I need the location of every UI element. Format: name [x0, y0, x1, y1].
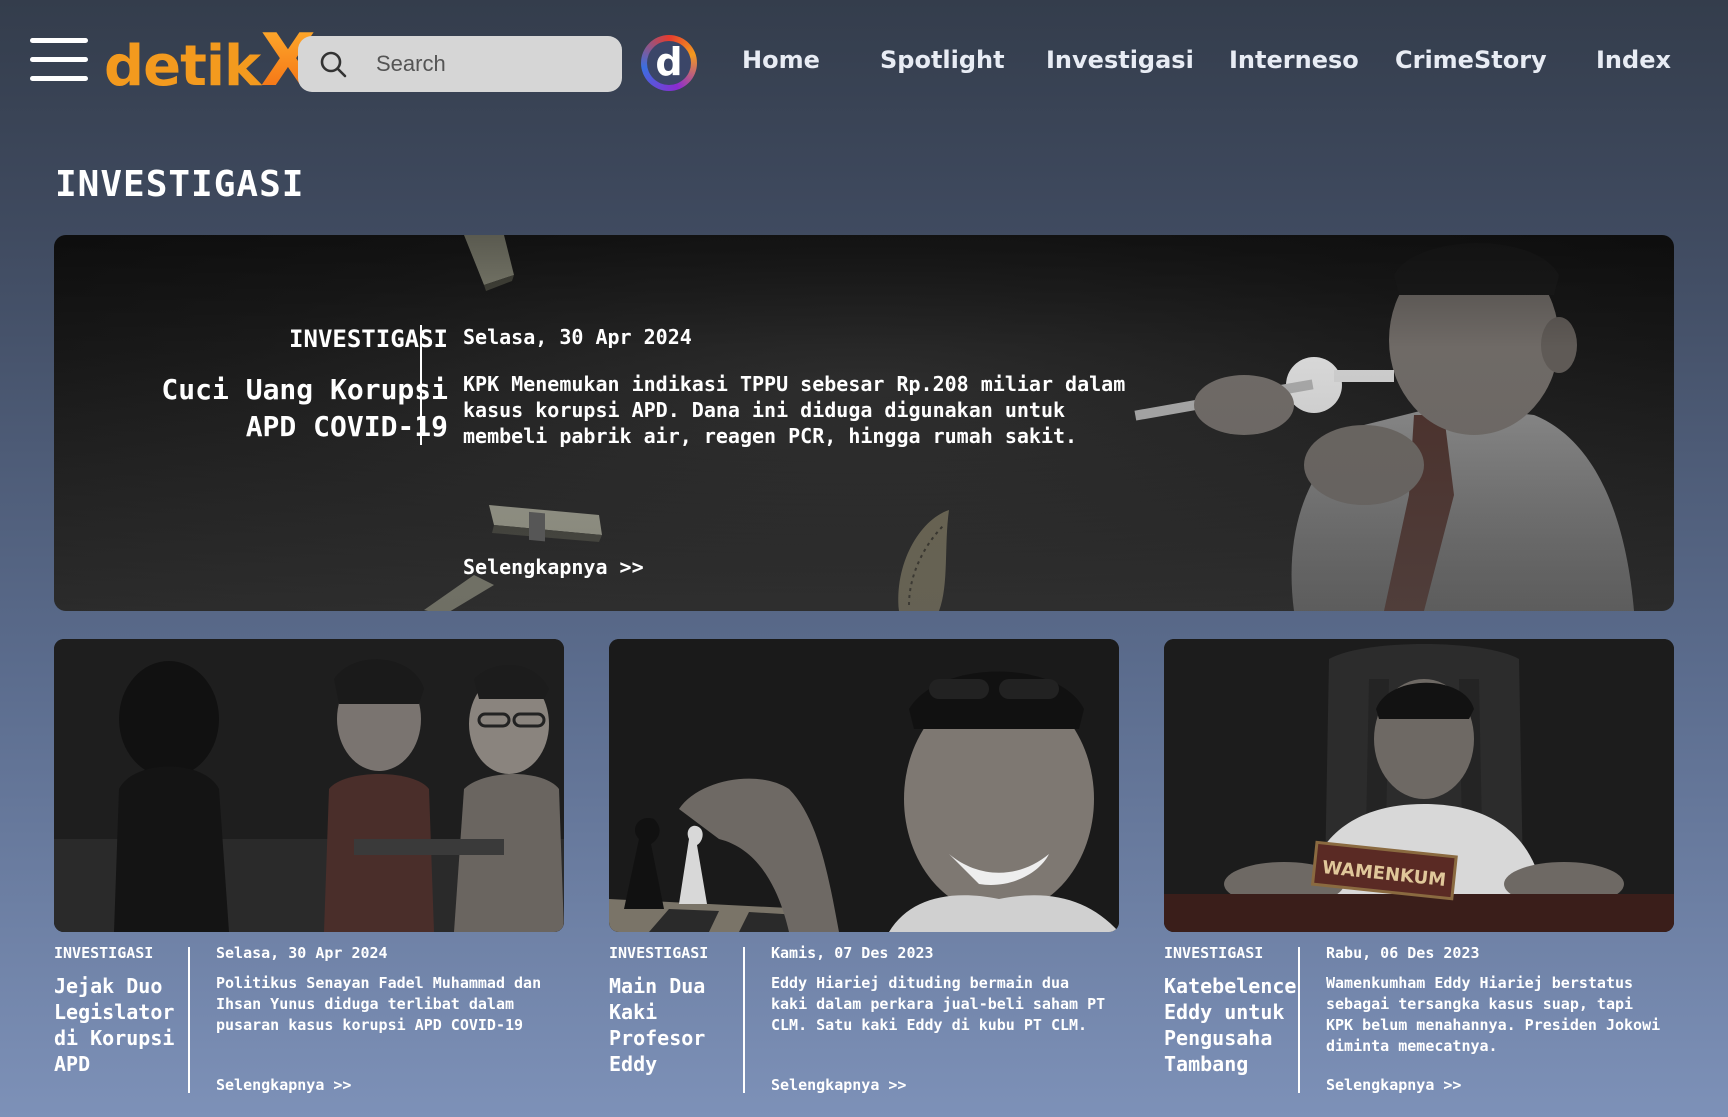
logo-text: detik: [104, 34, 261, 99]
card-title[interactable]: Jejak Duo Legislator di Korupsi APD: [54, 973, 192, 1077]
card-date: Selasa, 30 Apr 2024: [216, 944, 388, 962]
card-description: Wamenkumham Eddy Hiariej berstatus sebag…: [1326, 974, 1661, 1055]
nav-index[interactable]: Index: [1596, 46, 1671, 74]
card-divider: [1298, 947, 1300, 1093]
article-card[interactable]: INVESTIGASI Main Dua Kaki Profesor Eddy …: [609, 639, 1119, 1094]
card-date: Kamis, 07 Des 2023: [771, 944, 934, 962]
article-image[interactable]: [609, 639, 1119, 932]
hero-date: Selasa, 30 Apr 2024: [463, 325, 692, 349]
card-title[interactable]: Main Dua Kaki Profesor Eddy: [609, 973, 747, 1077]
official-desk-illustration: WAMENKUM: [1164, 639, 1674, 932]
card-read-more-link[interactable]: Selengkapnya >>: [771, 1076, 906, 1094]
card-title[interactable]: Katebelence Eddy untuk Pengusaha Tambang: [1164, 973, 1302, 1077]
card-description: Politikus Senayan Fadel Muhammad dan Ihs…: [216, 974, 542, 1034]
nav-interneso[interactable]: Interneso: [1229, 46, 1359, 74]
section-title: INVESTIGASI: [55, 164, 305, 205]
nav-crimestory[interactable]: CrimeStory: [1395, 46, 1547, 74]
hamburger-menu-icon[interactable]: [30, 38, 88, 86]
card-category: INVESTIGASI: [54, 944, 154, 962]
hero-read-more-link[interactable]: Selengkapnya >>: [463, 555, 644, 579]
article-image[interactable]: [54, 639, 564, 932]
hero-title[interactable]: Cuci Uang Korupsi APD COVID-19: [108, 371, 448, 445]
hero-description: KPK Menemukan indikasi TPPU sebesar Rp.2…: [463, 372, 1126, 448]
detik-network-logo[interactable]: d: [641, 35, 697, 91]
nav-investigasi[interactable]: Investigasi: [1046, 46, 1194, 74]
card-date: Rabu, 06 Des 2023: [1326, 944, 1480, 962]
card-category: INVESTIGASI: [609, 944, 709, 962]
article-card[interactable]: INVESTIGASI Jejak Duo Legislator di Koru…: [54, 639, 564, 1094]
hero-summary: Selasa, 30 Apr 2024 KPK Menemukan indika…: [463, 325, 1143, 449]
top-navbar: detikX d Home Spotlight Investigasi Inte…: [0, 0, 1728, 130]
nav-spotlight[interactable]: Spotlight: [880, 46, 1005, 74]
card-read-more-link[interactable]: Selengkapnya >>: [216, 1076, 351, 1094]
card-category: INVESTIGASI: [1164, 944, 1264, 962]
nav-home[interactable]: Home: [742, 46, 820, 74]
d-logo-letter: d: [647, 41, 691, 85]
article-image[interactable]: WAMENKUM: [1164, 639, 1674, 932]
search-input[interactable]: [376, 46, 606, 82]
search-icon: [320, 51, 347, 78]
card-description: Eddy Hiariej dituding bermain dua kaki d…: [771, 974, 1106, 1034]
hero-article[interactable]: INVESTIGASI Cuci Uang Korupsi APD COVID-…: [54, 235, 1674, 611]
search-box[interactable]: [298, 36, 622, 92]
card-divider: [743, 947, 745, 1093]
legislators-illustration: [54, 639, 564, 932]
hero-divider: [420, 325, 422, 445]
hero-heading: INVESTIGASI Cuci Uang Korupsi APD COVID-…: [108, 325, 448, 445]
detikx-logo[interactable]: detikX: [104, 24, 316, 99]
article-card[interactable]: WAMENKUM INVESTIGASI Katebelence Eddy un…: [1164, 639, 1674, 1094]
hero-category: INVESTIGASI: [289, 325, 448, 353]
card-divider: [188, 947, 190, 1093]
chess-player-illustration: [609, 639, 1119, 932]
card-read-more-link[interactable]: Selengkapnya >>: [1326, 1076, 1461, 1094]
